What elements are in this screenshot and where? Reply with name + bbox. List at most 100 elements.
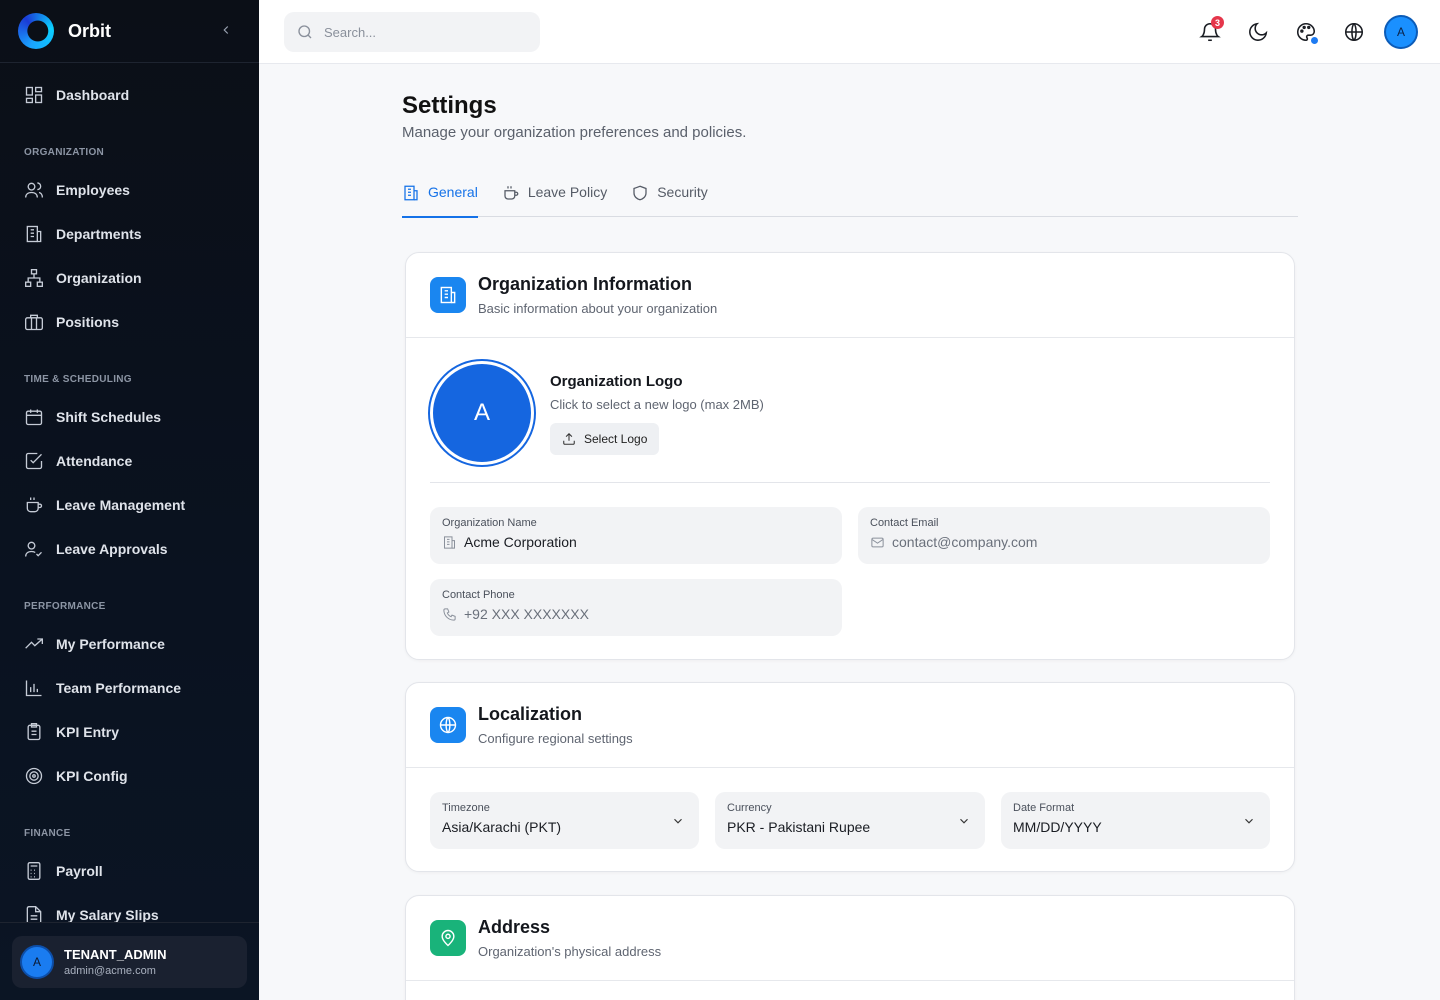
file-text-icon (26, 906, 42, 923)
field-label: Organization Name (442, 517, 537, 529)
coffee-icon (504, 186, 519, 200)
sidebar-item-label: Leave Management (56, 497, 186, 513)
organization-logo-preview[interactable]: A (430, 361, 534, 465)
calculator-icon (27, 862, 41, 880)
tab-label: Security (657, 184, 708, 200)
card-subtitle: Configure regional settings (478, 731, 633, 746)
theme-toggle-button[interactable] (1240, 14, 1276, 50)
sidebar-item-label: KPI Config (56, 768, 128, 784)
trending-up-icon (25, 638, 43, 649)
sidebar-item-label: My Performance (56, 636, 165, 652)
brand-name: Orbit (68, 20, 111, 41)
sidebar-item-departments[interactable]: Departments (0, 212, 259, 256)
clipboard-icon (27, 723, 41, 741)
contact-email-field[interactable]: Contact Email contact@company.com (858, 507, 1270, 564)
sidebar-item-label: Positions (56, 314, 120, 330)
search-input[interactable] (324, 24, 524, 40)
globe-icon (430, 707, 466, 743)
organization-name-field[interactable]: Organization Name Acme Corporation (430, 507, 842, 564)
palette-button[interactable] (1288, 14, 1324, 50)
card-subtitle: Organization's physical address (478, 944, 662, 959)
user-info: TENANT_ADMIN admin@acme.com (64, 947, 167, 977)
chevron-down-icon (1245, 818, 1253, 824)
chevron-down-icon (960, 818, 968, 824)
card-header: Localization Configure regional settings (406, 683, 1294, 768)
tab-general[interactable]: General (402, 176, 478, 218)
language-button[interactable] (1336, 14, 1372, 50)
sidebar-item-organization[interactable]: Organization (0, 256, 259, 300)
tab-leave-policy[interactable]: Leave Policy (502, 176, 607, 217)
coffee-icon (26, 497, 43, 513)
field-label: Date Format (1013, 802, 1075, 814)
sidebar-item-positions[interactable]: Positions (0, 300, 259, 344)
localization-card: Localization Configure regional settings… (405, 682, 1295, 872)
sidebar-item-label: Payroll (56, 863, 103, 879)
calendar-icon (25, 409, 43, 426)
sidebar-item-label: Team Performance (56, 680, 182, 696)
globe-icon (1344, 22, 1364, 42)
card-header: Organization Information Basic informati… (406, 253, 1294, 338)
search-box[interactable] (284, 12, 540, 52)
user-check-icon (25, 541, 42, 557)
building-icon (444, 535, 455, 549)
field-label: Timezone (442, 802, 490, 814)
card-title: Localization (478, 704, 583, 724)
organization-info-card: Organization Information Basic informati… (405, 252, 1295, 660)
sidebar-item-label: Organization (56, 270, 142, 286)
logo-hint: Click to select a new logo (max 2MB) (550, 397, 764, 412)
dashboard-icon (25, 86, 43, 104)
date-format-select[interactable]: Date Format MM/DD/YYYY (1001, 792, 1270, 849)
phone-icon (443, 607, 456, 621)
timezone-select[interactable]: Timezone Asia/Karachi (PKT) (430, 792, 699, 849)
page-title: Settings (402, 92, 497, 119)
main-content: Settings Manage your organization prefer… (259, 64, 1440, 1000)
contact-email-placeholder: contact@company.com (892, 534, 1038, 550)
contact-phone-placeholder: +92 XXX XXXXXXX (464, 606, 589, 622)
organization-name-value: Acme Corporation (464, 534, 577, 550)
target-icon (25, 767, 43, 785)
field-label: Currency (727, 802, 772, 814)
notification-badge: 3 (1211, 16, 1224, 29)
building-icon (430, 277, 466, 313)
sidebar-item-kpi-entry[interactable]: KPI Entry (0, 710, 259, 754)
currency-select[interactable]: Currency PKR - Pakistani Rupee (715, 792, 985, 849)
sidebar-item-employees[interactable]: Employees (0, 168, 259, 212)
palette-indicator-dot (1311, 37, 1318, 44)
timezone-value: Asia/Karachi (PKT) (442, 819, 562, 835)
sidebar-item-team-performance[interactable]: Team Performance (0, 666, 259, 710)
nav-section-title: TIME & SCHEDULING (24, 374, 132, 385)
select-logo-label: Select Logo (584, 432, 648, 446)
sidebar-item-label: Attendance (56, 453, 133, 469)
sidebar-item-label: KPI Entry (56, 724, 120, 740)
select-logo-button[interactable]: Select Logo (550, 423, 660, 455)
users-icon (25, 182, 43, 198)
sidebar-item-my-performance[interactable]: My Performance (0, 622, 259, 666)
sidebar-item-attendance[interactable]: Attendance (0, 439, 259, 483)
tab-security[interactable]: Security (631, 176, 708, 217)
collapse-sidebar-chevron-icon[interactable] (219, 23, 233, 40)
sidebar-item-dashboard[interactable]: Dashboard (0, 73, 259, 117)
tab-label: General (428, 184, 478, 200)
sidebar-item-label: Shift Schedules (56, 409, 162, 425)
topbar-actions: 3 A (1180, 14, 1418, 50)
card-subtitle: Basic information about your organizatio… (478, 301, 718, 316)
notifications-button[interactable]: 3 (1192, 14, 1228, 50)
sidebar-item-leave-management[interactable]: Leave Management (0, 483, 259, 527)
sidebar-item-leave-approvals[interactable]: Leave Approvals (0, 527, 259, 571)
divider (0, 922, 259, 923)
currency-value: PKR - Pakistani Rupee (727, 819, 871, 835)
sidebar-item-my-salary-slips[interactable]: My Salary Slips (0, 893, 259, 923)
mail-icon (871, 537, 884, 547)
contact-phone-field[interactable]: Contact Phone +92 XXX XXXXXXX (430, 579, 842, 636)
sidebar-item-kpi-config[interactable]: KPI Config (0, 754, 259, 798)
card-title: Address (478, 917, 551, 937)
user-card[interactable]: A TENANT_ADMIN admin@acme.com (12, 936, 247, 988)
avatar: A (20, 945, 54, 979)
card-title: Organization Information (478, 274, 692, 294)
sidebar-item-payroll[interactable]: Payroll (0, 849, 259, 893)
search-icon (298, 25, 312, 39)
chevron-down-icon (674, 818, 682, 824)
user-avatar-button[interactable]: A (1384, 15, 1418, 49)
shield-icon (633, 185, 647, 201)
sidebar-item-shift-schedules[interactable]: Shift Schedules (0, 395, 259, 439)
